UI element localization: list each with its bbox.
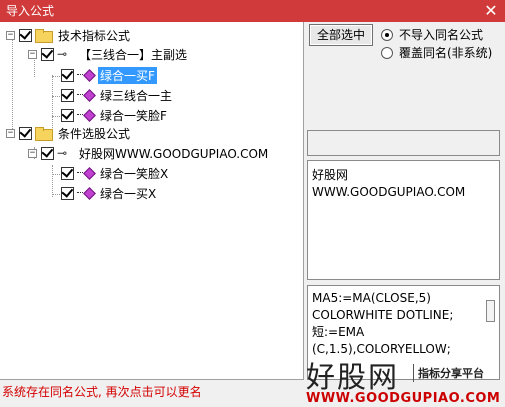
- group-label: 条件选股公式: [58, 126, 131, 141]
- tree-group-technical[interactable]: − 技术指标公式: [6, 26, 132, 44]
- formula-icon: [77, 167, 95, 179]
- formula-label: 【三线合一】主副选: [79, 47, 188, 62]
- window-titlebar: 导入公式 ✕: [0, 0, 505, 22]
- option-label: 覆盖同名(非系统): [399, 46, 493, 60]
- tree-connector: [12, 39, 13, 133]
- item-checkbox[interactable]: [61, 88, 74, 102]
- option-overwrite[interactable]: 覆盖同名(非系统): [381, 44, 492, 61]
- item-label[interactable]: 绿合一笑脸X: [98, 165, 170, 182]
- info-strip: [307, 130, 500, 156]
- formula-icon: [77, 187, 95, 199]
- select-all-button[interactable]: 全部选中: [309, 24, 373, 46]
- watermark-divider: [413, 364, 414, 382]
- tree-group-screening[interactable]: − 条件选股公式: [6, 124, 132, 142]
- item-label[interactable]: 绿合一笑脸F: [98, 107, 169, 124]
- code-line: COLORWHITE DOTLINE;: [312, 308, 454, 322]
- option-label: 不导入同名公式: [399, 28, 484, 42]
- item-label-selected[interactable]: 绿合一买F: [98, 66, 157, 84]
- collapse-icon[interactable]: −: [6, 128, 15, 138]
- item-label[interactable]: 绿合一买X: [98, 185, 158, 202]
- close-icon[interactable]: ✕: [483, 0, 499, 22]
- status-message: 系统存在同名公式, 再次点击可以更名: [2, 385, 202, 399]
- radio-icon[interactable]: [381, 46, 393, 59]
- formula-icon: [77, 109, 95, 121]
- tree-leaf-item[interactable]: 绿合一笑脸X: [61, 164, 170, 182]
- collapse-icon[interactable]: −: [6, 30, 15, 40]
- tree-leaf-item[interactable]: 绿合一笑脸F: [61, 106, 169, 124]
- tree-leaf-item[interactable]: 绿合一买F: [61, 66, 157, 84]
- scrollbar-thumb[interactable]: [486, 300, 495, 322]
- watermark-slogan: 指标分享平台: [418, 367, 484, 380]
- description-line: WWW.GOODGUPIAO.COM: [312, 185, 466, 199]
- group-checkbox[interactable]: [19, 126, 32, 140]
- item-checkbox[interactable]: [61, 68, 74, 82]
- formula-icon: [77, 69, 95, 81]
- watermark-brand: 好股网: [306, 360, 400, 394]
- item-checkbox[interactable]: [61, 108, 74, 122]
- description-line: 好股网: [312, 168, 349, 182]
- watermark-url: WWW.GOODGUPIAO.COM: [306, 391, 501, 406]
- item-label[interactable]: 绿三线合一主: [98, 87, 174, 104]
- option-no-import[interactable]: 不导入同名公式: [381, 26, 483, 43]
- watermark: 好股网 指标分享平台 WWW.GOODGUPIAO.COM: [306, 352, 505, 407]
- tree-formula-node[interactable]: − ⊸ 好股网WWW.GOODGUPIAO.COM: [28, 144, 270, 162]
- tree-formula-node[interactable]: − ⊸ 【三线合一】主副选: [28, 45, 189, 63]
- collapse-icon[interactable]: −: [28, 148, 37, 158]
- tree-leaf-item[interactable]: 绿三线合一主: [61, 86, 174, 104]
- group-label: 技术指标公式: [58, 28, 131, 43]
- formula-label: 好股网WWW.GOODGUPIAO.COM: [79, 146, 269, 161]
- collapse-icon[interactable]: −: [28, 49, 37, 59]
- description-panel: 好股网 WWW.GOODGUPIAO.COM: [307, 160, 500, 280]
- tree-connector: [52, 165, 53, 197]
- folder-icon: [35, 29, 53, 43]
- window-title: 导入公式: [6, 4, 55, 18]
- code-line: 短:=EMA: [312, 325, 365, 339]
- folder-icon: [35, 127, 53, 141]
- formula-icon: [77, 89, 95, 101]
- group-checkbox[interactable]: [19, 28, 32, 42]
- key-icon: ⊸: [57, 146, 68, 160]
- formula-tree[interactable]: − 技术指标公式 − ⊸ 【三线合一】主副选 绿合一买F 绿三线合一主 绿合一笑…: [0, 22, 304, 380]
- item-checkbox[interactable]: [61, 186, 74, 200]
- key-icon: ⊸: [57, 47, 68, 61]
- tree-leaf-item[interactable]: 绿合一买X: [61, 184, 158, 202]
- radio-selected-icon[interactable]: [381, 28, 393, 41]
- formula-checkbox[interactable]: [41, 146, 54, 160]
- formula-checkbox[interactable]: [41, 47, 54, 61]
- item-checkbox[interactable]: [61, 166, 74, 180]
- code-line: MA5:=MA(CLOSE,5): [312, 291, 431, 305]
